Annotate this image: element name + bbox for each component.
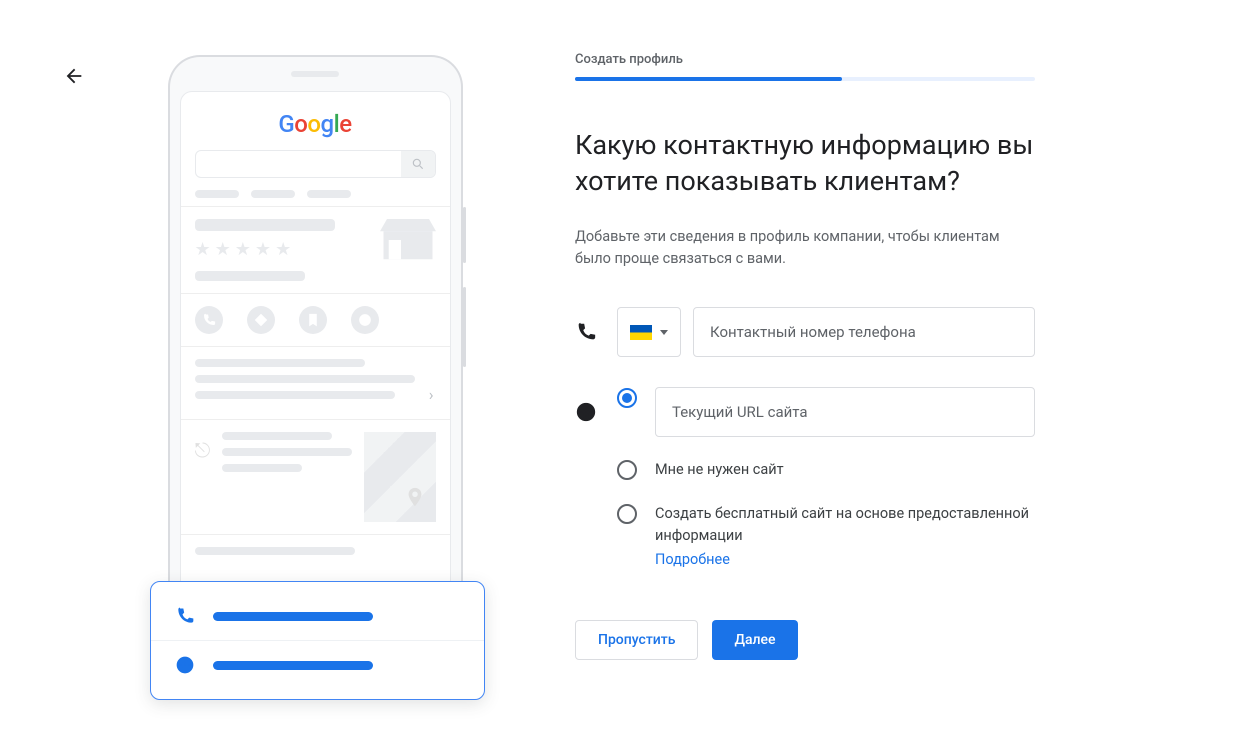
google-logo: Google [181, 110, 450, 138]
next-button[interactable]: Далее [712, 620, 797, 660]
country-code-select[interactable] [617, 307, 681, 357]
chevron-down-icon [660, 330, 668, 335]
phone-input[interactable]: Контактный номер телефона [693, 307, 1035, 357]
website-url-input[interactable]: Текущий URL сайта [655, 387, 1035, 437]
stepper-label: Создать профиль [575, 52, 1035, 67]
flag-ua-icon [630, 325, 652, 340]
website-option-none-radio[interactable] [617, 460, 637, 480]
website-option-none-label: Мне не нужен сайт [655, 459, 784, 481]
progress-bar [575, 77, 1035, 81]
mock-website-icon [351, 306, 379, 334]
mock-directions-icon [247, 306, 275, 334]
phone-icon [575, 321, 597, 343]
back-button[interactable] [63, 65, 85, 91]
website-option-free-radio[interactable] [617, 504, 637, 524]
mock-searchbar [195, 150, 436, 178]
page-title: Какую контактную информацию вы хотите по… [575, 127, 1035, 200]
mock-call-icon [195, 306, 223, 334]
skip-button[interactable]: Пропустить [575, 620, 698, 660]
phone-icon [175, 606, 195, 626]
chevron-right-icon: › [429, 385, 434, 404]
onboarding-form: Создать профиль Какую контактную информа… [575, 52, 1035, 660]
phone-illustration: Google ★★★★★ [140, 55, 490, 615]
mock-save-icon [299, 306, 327, 334]
contact-callout [150, 581, 485, 700]
page-subtitle: Добавьте эти сведения в профиль компании… [575, 226, 1035, 270]
website-option-free-label: Создать бесплатный сайт на основе предос… [655, 503, 1035, 547]
pin-icon: ⎋ [195, 438, 211, 522]
learn-more-link[interactable]: Подробнее [655, 551, 730, 568]
website-option-url-radio[interactable] [617, 388, 637, 408]
globe-icon [575, 401, 597, 423]
globe-icon [175, 655, 195, 675]
